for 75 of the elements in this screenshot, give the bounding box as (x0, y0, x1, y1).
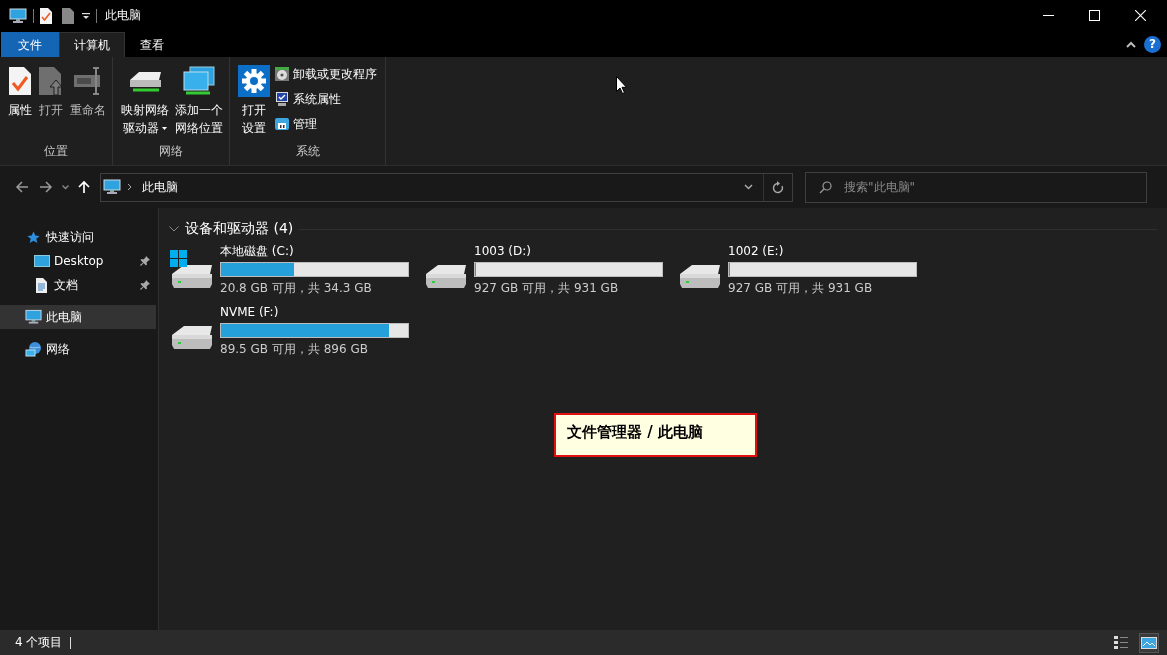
file-menu-tab[interactable]: 文件 (1, 32, 59, 57)
mouse-pointer-icon (616, 76, 627, 94)
system-monitor-icon (274, 91, 290, 107)
management-icon (274, 116, 290, 132)
ribbon-tab[interactable]: 计算机 (59, 32, 125, 57)
network-location-icon (182, 66, 216, 96)
ribbon-button[interactable]: 管理 (274, 113, 377, 135)
drive-name: NVME (F:) (220, 305, 280, 319)
chevron-icon (127, 183, 132, 191)
ribbon-button[interactable]: 系统属性 (274, 88, 377, 110)
drive-tile[interactable]: 1002 (E:) 927 GB 可用，共 931 GB (678, 244, 928, 295)
search-field[interactable]: 搜索"此电脑" (805, 171, 1147, 203)
ribbon-group-label: 系统 (294, 143, 321, 160)
drive-name: 1002 (E:) (728, 244, 785, 258)
address-bar[interactable]: 此电脑 (100, 172, 793, 202)
drive-space-text: 89.5 GB 可用，共 896 GB (220, 342, 369, 356)
caret-icon (744, 184, 753, 190)
ribbon-group-label: 网络 (158, 143, 184, 160)
chevron-down-icon[interactable] (169, 225, 179, 233)
details-view-icon (1114, 635, 1128, 650)
ribbon-button[interactable]: 打开 设置 (236, 63, 272, 139)
ribbon-button[interactable]: 卸载或更改程序 (274, 63, 377, 85)
settings-icon (238, 65, 270, 97)
forward-icon (39, 180, 53, 194)
annotation-callout: 文件管理器 / 此电脑 (554, 413, 757, 457)
ribbon-button[interactable]: 添加一个 网络位置 (173, 63, 225, 139)
drive-name: 1003 (D:) (474, 244, 532, 258)
sidebar-item[interactable]: 快速访问 (0, 225, 156, 249)
drive-space-text: 927 GB 可用，共 931 GB (474, 281, 620, 295)
help-button[interactable]: ? (1144, 36, 1161, 53)
ribbon-group-label: 位置 (43, 143, 69, 160)
group-header[interactable]: 设备和驱动器 (4) (185, 220, 294, 238)
drive-space-text: 20.8 GB 可用，共 34.3 GB (220, 281, 373, 295)
ribbon-tab[interactable]: 查看 (125, 32, 179, 57)
sidebar-item[interactable]: 此电脑 (0, 305, 156, 329)
windows-logo-icon (170, 249, 187, 267)
back-icon (15, 180, 29, 194)
blank-page-icon[interactable] (62, 7, 74, 24)
ribbon-button[interactable]: 映射网络 驱动器 (119, 63, 171, 139)
drive-tile[interactable]: 1003 (D:) 927 GB 可用，共 931 GB (424, 244, 674, 295)
search-icon (819, 180, 832, 194)
up-icon (77, 180, 91, 194)
breadcrumb-item[interactable]: 此电脑 (138, 178, 182, 196)
computer-icon (103, 179, 121, 195)
star-icon (27, 230, 40, 244)
drive-tile[interactable]: 本地磁盘 (C:) 20.8 GB 可用，共 34.3 GB (170, 244, 420, 295)
drive-space-text: 927 GB 可用，共 931 GB (728, 281, 874, 295)
caret-icon (61, 184, 69, 190)
drive-name: 本地磁盘 (C:) (220, 244, 295, 258)
open-file-icon (38, 66, 64, 96)
ribbon-button[interactable]: 属性 (6, 63, 34, 139)
sidebar-item[interactable]: 网络 (0, 337, 156, 361)
maximize-icon (1088, 10, 1100, 21)
item-count: 4 个项目 (15, 634, 63, 651)
dropdown-icon[interactable] (82, 11, 90, 20)
view-button[interactable] (1139, 632, 1159, 653)
rename-icon (73, 66, 103, 96)
properties-icon (8, 66, 32, 96)
computer-icon (25, 309, 42, 325)
desktop-icon (33, 255, 50, 267)
sidebar-item[interactable]: 文档 (0, 273, 156, 297)
close-icon (1134, 10, 1146, 21)
document-icon (36, 277, 47, 293)
large-icons-view-icon (1141, 636, 1157, 649)
pin-icon (140, 280, 150, 290)
caret-icon (162, 127, 167, 130)
network-globe-icon (25, 340, 42, 358)
refresh-icon (772, 180, 784, 194)
computer-icon (9, 7, 27, 24)
sidebar-item[interactable]: Desktop (0, 249, 156, 273)
pin-icon (140, 256, 150, 266)
window-title: 此电脑 (105, 7, 141, 24)
drive-tile[interactable]: NVME (F:) 89.5 GB 可用，共 896 GB (170, 305, 420, 356)
properties-icon[interactable] (40, 7, 52, 24)
collapse-ribbon-icon[interactable] (1126, 41, 1136, 48)
